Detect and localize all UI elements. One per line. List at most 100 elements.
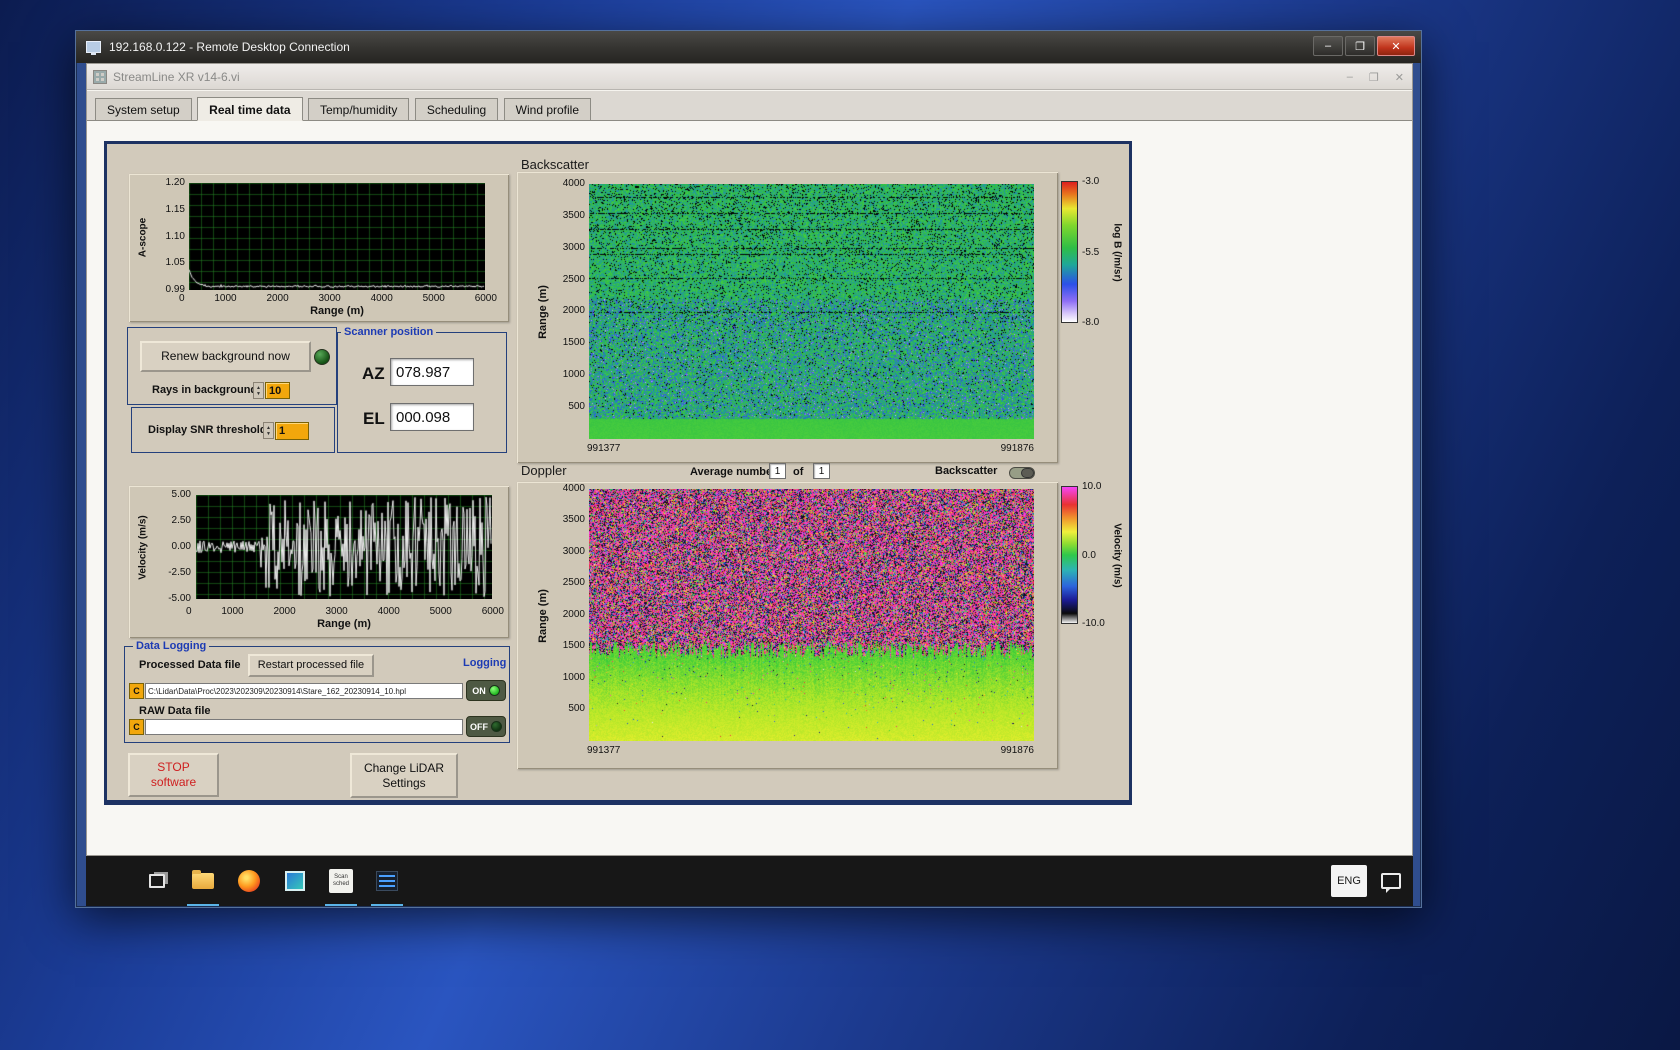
labview-vi-icon (93, 70, 107, 84)
background-controls-group: Renew background now Rays in background … (127, 327, 337, 405)
processed-path-drive-icon[interactable]: C (129, 683, 144, 699)
doppler-y-axis-label: Range (m) (537, 586, 549, 646)
logging-label: Logging (463, 657, 506, 669)
backscatter-time-end: 991876 (984, 443, 1034, 454)
rays-spinner[interactable]: ▲ ▼ (253, 382, 264, 399)
change-settings-line2: Settings (382, 776, 425, 791)
backscatter-colorbar-ticks-value: -3.0 (1082, 176, 1099, 187)
doppler-colorbar-ticks-value: -10.0 (1082, 618, 1105, 629)
backscatter-colorbar (1061, 181, 1078, 323)
ascope-graph (189, 183, 485, 290)
remote-desktop-icon (86, 41, 101, 53)
tab-wind-profile[interactable]: Wind profile (504, 98, 591, 120)
rdp-titlebar: 192.168.0.122 - Remote Desktop Connectio… (76, 31, 1421, 63)
rdp-minimize-button[interactable]: – (1313, 36, 1343, 56)
velocity-x-ticks-value: 4000 (378, 606, 400, 617)
restart-processed-file-label: Restart processed file (258, 658, 364, 673)
doppler-time-start: 991377 (587, 745, 620, 756)
file-explorer-button[interactable] (180, 856, 226, 906)
terminal-app-icon (376, 871, 398, 891)
az-label: AZ (362, 364, 385, 384)
scan-scheduler-icon: Scan sched (329, 869, 353, 893)
data-logging-title: Data Logging (133, 640, 209, 652)
app-titlebar: StreamLine XR v14-6.vi – ❐ ✕ (87, 64, 1412, 90)
ascope-x-ticks-value: 3000 (319, 293, 341, 304)
front-panel-background: A-scope 1.20 1.15 1.10 1.05 0.99 0 1000 2000 30… (87, 121, 1412, 855)
terminal-app-button[interactable] (364, 856, 410, 906)
stop-software-button[interactable]: STOP software (128, 753, 219, 797)
velocity-plot-frame: Velocity (m/s) 5.00 2.50 0.00 -2.50 -5.00 01… (129, 486, 509, 638)
tab-temp-humidity[interactable]: Temp/humidity (308, 98, 409, 120)
rays-decrement-icon[interactable]: ▼ (256, 391, 261, 397)
app-close-button[interactable]: ✕ (1395, 71, 1404, 84)
el-value-display: 000.098 (390, 403, 474, 431)
doppler-colorbar (1061, 486, 1078, 624)
scan-scheduler-button[interactable]: Scan sched (318, 856, 364, 906)
task-view-button[interactable] (134, 856, 180, 906)
backscatter-y-ticks-value: 3000 (563, 243, 585, 253)
velocity-x-ticks-value: 6000 (482, 606, 504, 617)
rays-value-field[interactable]: 10 (265, 382, 290, 399)
raw-path-drive-icon[interactable]: C (129, 719, 144, 735)
doppler-y-ticks-value: 2000 (563, 610, 585, 620)
change-settings-line1: Change LiDAR (364, 761, 444, 776)
rdp-maximize-button[interactable]: ❐ (1345, 36, 1375, 56)
ascope-y-ticks-value: 1.20 (166, 178, 185, 188)
snr-decrement-icon[interactable]: ▼ (266, 431, 271, 437)
doppler-y-ticks: 4000 3500 3000 2500 2000 1500 1000 500 (553, 484, 585, 714)
doppler-y-ticks-value: 2500 (563, 578, 585, 588)
firefox-button[interactable] (226, 856, 272, 906)
ascope-y-axis-label: A-scope (138, 208, 149, 268)
notification-chat-icon[interactable] (1381, 873, 1401, 889)
stop-button-line1: STOP (157, 760, 189, 775)
tab-system-setup[interactable]: System setup (95, 98, 192, 120)
rdp-window-title: 192.168.0.122 - Remote Desktop Connectio… (109, 40, 350, 54)
ascope-x-ticks-value: 0 (179, 293, 185, 304)
backscatter-toggle-switch[interactable] (1009, 467, 1035, 479)
doppler-colorbar-ticks-value: 0.0 (1082, 550, 1105, 561)
velocity-y-ticks-value: 2.50 (172, 516, 191, 526)
app-maximize-button[interactable]: ❐ (1369, 71, 1379, 84)
backscatter-colorbar-ticks-value: -5.5 (1082, 247, 1099, 258)
velocity-x-ticks-value: 3000 (326, 606, 348, 617)
scan-icon-text2: sched (333, 881, 349, 888)
snr-value-field[interactable]: 1 (275, 422, 309, 440)
tab-real-time-data[interactable]: Real time data (197, 97, 302, 121)
average-total-field[interactable]: 1 (813, 463, 830, 479)
ascope-y-ticks-value: 1.05 (166, 258, 185, 268)
renew-background-led (314, 349, 330, 365)
app-window-controls: – ❐ ✕ (1347, 64, 1404, 90)
restart-processed-file-button[interactable]: Restart processed file (248, 654, 374, 677)
backscatter-heatmap (589, 184, 1034, 439)
velocity-x-ticks-value: 2000 (273, 606, 295, 617)
average-number-field[interactable]: 1 (769, 463, 786, 479)
raw-path-field[interactable] (145, 719, 463, 735)
doppler-colorbar-label: Velocity (m/s) (1112, 511, 1123, 601)
doppler-y-ticks-value: 3000 (563, 547, 585, 557)
backscatter-colorbar-ticks: -3.0 -5.5 -8.0 (1082, 176, 1099, 328)
velocity-y-ticks-value: -2.50 (168, 568, 191, 578)
raw-logging-state-label: OFF (470, 722, 488, 732)
snr-spinner[interactable]: ▲ ▼ (263, 422, 274, 439)
photos-app-button[interactable] (272, 856, 318, 906)
language-indicator[interactable]: ENG (1331, 865, 1367, 897)
velocity-graph (196, 495, 492, 599)
processed-path-field[interactable]: C:\Lidar\Data\Proc\2023\202309\20230914\… (145, 683, 463, 699)
ascope-y-ticks: 1.20 1.15 1.10 1.05 0.99 (157, 178, 185, 295)
change-lidar-settings-button[interactable]: Change LiDAR Settings (350, 753, 458, 798)
tab-scheduling[interactable]: Scheduling (415, 98, 498, 120)
ascope-y-ticks-value: 1.10 (166, 232, 185, 242)
processed-logging-toggle[interactable]: ON (466, 680, 506, 701)
rdp-close-button[interactable]: ✕ (1377, 36, 1415, 56)
real-time-data-panel: A-scope 1.20 1.15 1.10 1.05 0.99 0 1000 2000 30… (104, 141, 1132, 805)
velocity-y-ticks-value: 0.00 (172, 542, 191, 552)
scanner-position-group: Scanner position AZ 078.987 EL 000.098 (337, 332, 507, 453)
backscatter-colorbar-label: log B (/m/sr) (1112, 208, 1123, 298)
velocity-y-ticks-value: 5.00 (172, 490, 191, 500)
ascope-y-ticks-value: 1.15 (166, 205, 185, 215)
raw-logging-toggle[interactable]: OFF (466, 716, 506, 737)
renew-background-button[interactable]: Renew background now (140, 341, 311, 372)
ascope-plot-frame: A-scope 1.20 1.15 1.10 1.05 0.99 0 1000 2000 30… (129, 174, 509, 322)
app-minimize-button[interactable]: – (1347, 71, 1353, 83)
backscatter-title: Backscatter (521, 157, 589, 172)
